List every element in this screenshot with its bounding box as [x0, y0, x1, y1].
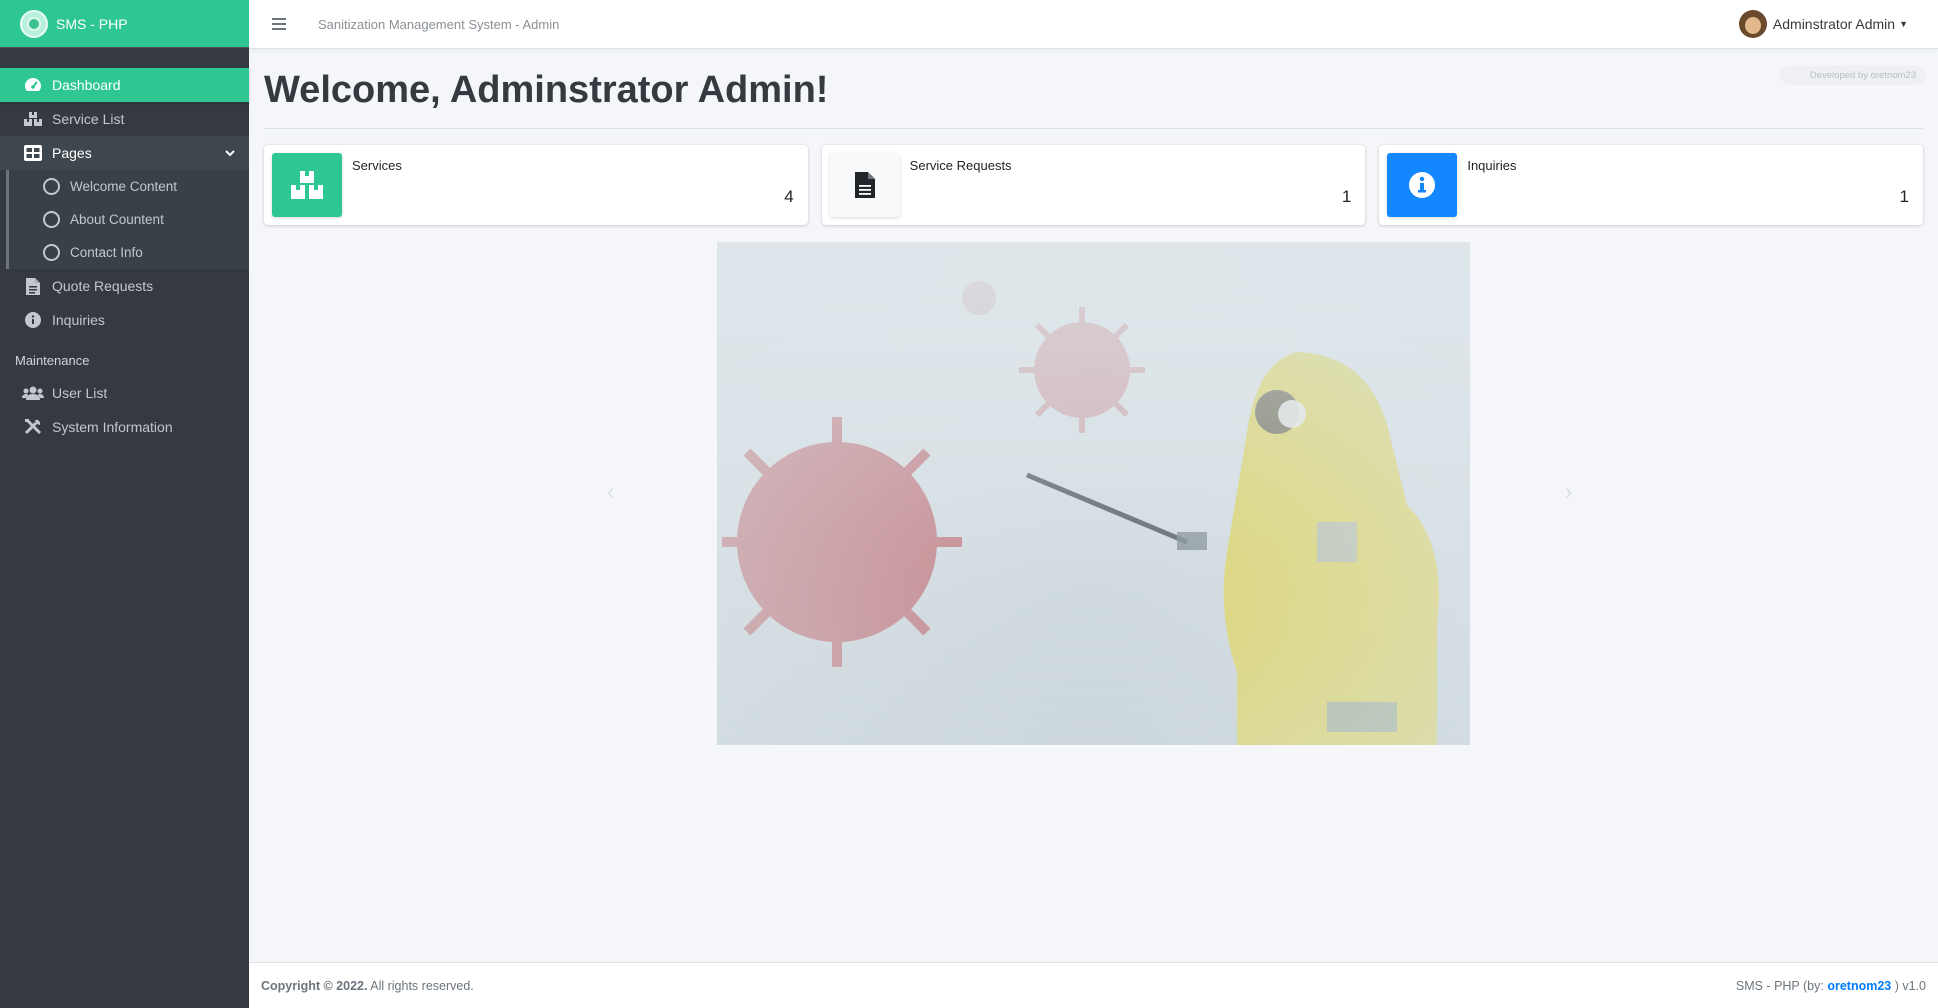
user-name: Adminstrator Admin [1772, 16, 1896, 32]
caret-down-icon: ▼ [1899, 19, 1908, 29]
copyright-text: Copyright © 2022. All rights reserved. [261, 979, 474, 993]
brand-link[interactable]: SMS - PHP [0, 0, 249, 48]
sidebar-item-inquiries[interactable]: Inquiries [0, 303, 249, 337]
sidebar-item-label: Dashboard [52, 77, 121, 93]
sidebar-item-welcome-content[interactable]: Welcome Content [9, 170, 249, 203]
file-icon [22, 276, 44, 296]
author-link[interactable]: oretnom23 [1827, 979, 1891, 993]
chevron-down-icon [225, 146, 235, 160]
footer-credits: SMS - PHP (by: oretnom23 ) v1.0 [1736, 979, 1926, 993]
sidebar-item-label: Contact Info [70, 245, 143, 260]
brand-logo [20, 9, 48, 38]
sidebar-item-label: Welcome Content [70, 179, 178, 194]
info-boxes: Services 4 Service Requests 1 Inquiries … [264, 145, 1924, 225]
credits-suffix: ) v1.0 [1891, 978, 1926, 993]
sidebar-item-dashboard[interactable]: Dashboard [0, 68, 249, 102]
sidebar-nav: Dashboard Service List Pages Welcome Con… [0, 48, 249, 444]
sidebar-item-label: About Countent [70, 212, 164, 227]
carousel-prev-icon[interactable]: ‹ [607, 479, 614, 505]
card-label: Service Requests [909, 158, 1012, 173]
sidebar-item-service-list[interactable]: Service List [0, 102, 249, 136]
sidebar-item-user-list[interactable]: User List [0, 376, 249, 410]
service-requests-info-box: Service Requests 1 [821, 145, 1366, 225]
carousel-next-icon[interactable]: › [1565, 479, 1572, 505]
circle-icon [43, 244, 60, 261]
circle-icon [43, 211, 60, 228]
file-alt-icon [829, 153, 900, 217]
info-circle-icon [22, 310, 44, 330]
sidebar-item-pages[interactable]: Pages [0, 136, 249, 170]
system-title: Sanitization Management System - Admin [318, 16, 560, 32]
copyright-bold: Copyright © 2022. [261, 978, 368, 993]
inquiries-info-box: Inquiries 1 [1379, 145, 1924, 225]
tachometer-icon [22, 75, 44, 95]
services-info-box: Services 4 [264, 145, 808, 225]
footer: Copyright © 2022. All rights reserved. S… [249, 962, 1938, 1008]
boxes-icon [272, 153, 342, 217]
card-value: 4 [784, 187, 794, 206]
main-content: Developed by oretnom23 Welcome, Adminstr… [249, 49, 1938, 962]
page-title: Welcome, Adminstrator Admin! [264, 69, 829, 111]
card-label: Services [352, 158, 402, 173]
info-circle-icon [1387, 153, 1458, 217]
tools-icon [22, 417, 44, 437]
circle-icon [43, 178, 60, 195]
menu-toggle-icon[interactable] [272, 18, 286, 30]
boxes-icon [22, 109, 44, 129]
users-icon [22, 383, 44, 403]
sidebar-item-contact-info[interactable]: Contact Info [9, 236, 249, 269]
sidebar-item-about-content[interactable]: About Countent [9, 203, 249, 236]
card-label: Inquiries [1467, 158, 1517, 173]
sidebar-item-label: User List [52, 385, 108, 401]
avatar [1738, 10, 1767, 38]
sidebar-item-label: System Information [52, 419, 173, 435]
user-menu-dropdown[interactable]: Adminstrator Admin ▼ [1738, 10, 1908, 38]
sidebar: SMS - PHP Dashboard Service List Pages W… [0, 0, 249, 1008]
maintenance-header: Maintenance [15, 353, 90, 368]
top-navbar: Sanitization Management System - Admin A… [249, 0, 1938, 49]
sidebar-item-quote-requests[interactable]: Quote Requests [0, 269, 249, 303]
pages-submenu: Welcome Content About Countent Contact I… [6, 170, 249, 269]
sidebar-item-system-information[interactable]: System Information [0, 410, 249, 444]
th-large-icon [22, 143, 44, 163]
sidebar-item-label: Pages [52, 145, 92, 161]
credits-prefix: SMS - PHP (by: [1735, 978, 1828, 993]
divider [264, 128, 1923, 129]
sidebar-item-label: Service List [52, 111, 125, 127]
developer-badge: Developed by oretnom23 [1779, 66, 1926, 85]
card-value: 1 [1341, 187, 1352, 206]
copyright-rest: All rights reserved. [367, 978, 474, 993]
brand-name: SMS - PHP [56, 15, 128, 32]
sidebar-item-label: Quote Requests [52, 278, 154, 294]
sidebar-item-label: Inquiries [52, 312, 105, 328]
carousel-banner-image [717, 242, 1470, 745]
card-value: 1 [1899, 187, 1910, 206]
